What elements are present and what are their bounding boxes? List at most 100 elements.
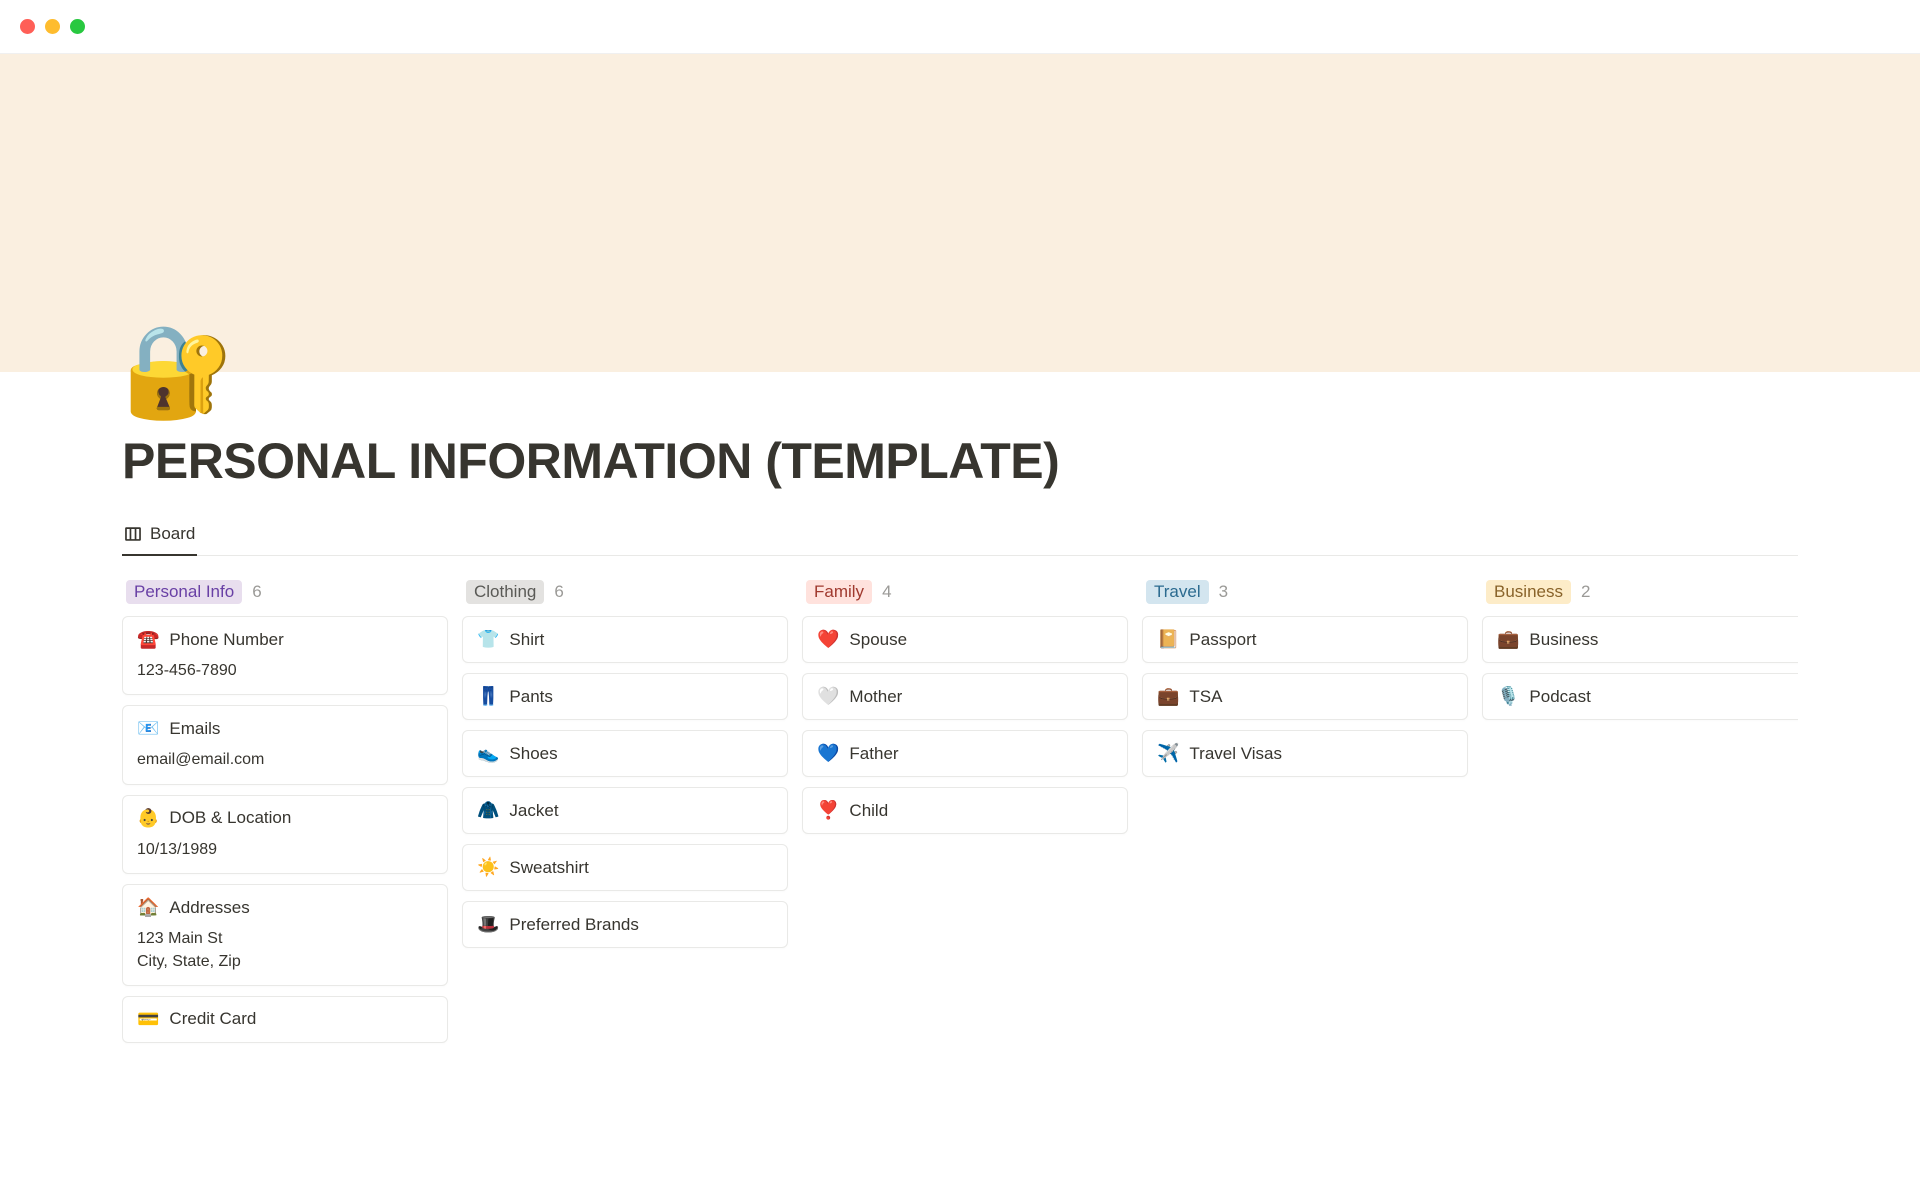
card-title-row: 👶DOB & Location bbox=[137, 808, 433, 829]
board-card[interactable]: 📧 Emails email@email.com bbox=[122, 705, 448, 784]
card-emoji-icon: 📔 bbox=[1157, 629, 1179, 650]
card-emoji-icon: 🎩 bbox=[477, 914, 499, 935]
cover-area[interactable]: 🔐 bbox=[0, 54, 1920, 372]
window-minimize-button[interactable] bbox=[45, 19, 60, 34]
card-emoji-icon: 🧥 bbox=[477, 800, 499, 821]
card-emoji-icon: 🤍 bbox=[817, 686, 839, 707]
page-title[interactable]: PERSONAL INFORMATION (TEMPLATE) bbox=[122, 432, 1798, 490]
card-title-row: ❤️Spouse bbox=[817, 629, 1113, 650]
board-card[interactable]: 💼TSA bbox=[1142, 673, 1468, 720]
card-title-text: Sweatshirt bbox=[509, 858, 588, 878]
card-emoji-icon: 💳 bbox=[137, 1009, 159, 1030]
card-title-text: Credit Card bbox=[169, 1009, 256, 1029]
column-count: 6 bbox=[554, 582, 563, 602]
board-card[interactable]: 🧥 Jacket bbox=[462, 787, 788, 834]
board-card[interactable]: ❤️Spouse bbox=[802, 616, 1128, 663]
column-header[interactable]: Family 4 bbox=[802, 580, 1128, 604]
column-tag: Travel bbox=[1146, 580, 1209, 604]
card-title-text: DOB & Location bbox=[169, 808, 291, 828]
card-title-row: 🎩 Preferred Brands bbox=[477, 914, 773, 935]
card-emoji-icon: ❣️ bbox=[817, 800, 839, 821]
tab-board-label: Board bbox=[150, 524, 195, 544]
board-card[interactable]: 🎩 Preferred Brands bbox=[462, 901, 788, 948]
card-title-text: Business bbox=[1529, 630, 1598, 650]
column-tag: Business bbox=[1486, 580, 1571, 604]
card-title-row: 💼TSA bbox=[1157, 686, 1453, 707]
card-emoji-icon: 📧 bbox=[137, 718, 159, 739]
column-count: 2 bbox=[1581, 582, 1590, 602]
card-title-text: Emails bbox=[169, 719, 220, 739]
column-count: 3 bbox=[1219, 582, 1228, 602]
board-card[interactable]: 🤍 Mother bbox=[802, 673, 1128, 720]
card-body: email@email.com bbox=[137, 749, 433, 771]
card-title-row: 👖 Pants bbox=[477, 686, 773, 707]
card-emoji-icon: 👖 bbox=[477, 686, 499, 707]
card-emoji-icon: 💼 bbox=[1497, 629, 1519, 650]
card-title-text: Podcast bbox=[1529, 687, 1590, 707]
board-card[interactable]: 📔 Passport bbox=[1142, 616, 1468, 663]
board-card[interactable]: ☎️Phone Number123-456-7890 bbox=[122, 616, 448, 695]
board-view: Personal Info6☎️Phone Number123-456-7890… bbox=[122, 556, 1798, 1053]
column-header[interactable]: Personal Info6 bbox=[122, 580, 448, 604]
card-title-row: 📔 Passport bbox=[1157, 629, 1453, 650]
board-card[interactable]: 👕 Shirt bbox=[462, 616, 788, 663]
card-title-text: TSA bbox=[1189, 687, 1222, 707]
card-title-text: Passport bbox=[1189, 630, 1256, 650]
card-title-text: Preferred Brands bbox=[509, 915, 638, 935]
column-count: 4 bbox=[882, 582, 891, 602]
column-header[interactable]: Clothing 6 bbox=[462, 580, 788, 604]
view-tabs: Board bbox=[122, 514, 1798, 556]
card-title-row: 🧥 Jacket bbox=[477, 800, 773, 821]
card-emoji-icon: 🏠 bbox=[137, 897, 159, 918]
board-card[interactable]: 👖 Pants bbox=[462, 673, 788, 720]
board-card[interactable]: 💳 Credit Card bbox=[122, 996, 448, 1043]
board-card[interactable]: 💙 Father bbox=[802, 730, 1128, 777]
board-card[interactable]: ❣️Child bbox=[802, 787, 1128, 834]
window-zoom-button[interactable] bbox=[70, 19, 85, 34]
tab-board[interactable]: Board bbox=[122, 514, 197, 556]
card-title-row: 🎙️ Podcast bbox=[1497, 686, 1793, 707]
titlebar bbox=[0, 0, 1920, 54]
board-card[interactable]: 🏠Addresses123 Main St City, State, Zip bbox=[122, 884, 448, 986]
column-header[interactable]: Business 2 bbox=[1482, 580, 1798, 604]
board-card[interactable]: ✈️ Travel Visas bbox=[1142, 730, 1468, 777]
board-card[interactable]: 💼 Business bbox=[1482, 616, 1798, 663]
board-column: Family 4 ❤️Spouse 🤍 Mother 💙 Father ❣️Child bbox=[802, 580, 1128, 1053]
column-tag: Family bbox=[806, 580, 872, 604]
board-card[interactable]: ☀️ Sweatshirt bbox=[462, 844, 788, 891]
card-title-row: 💼 Business bbox=[1497, 629, 1793, 650]
board-card[interactable]: 👟Shoes bbox=[462, 730, 788, 777]
card-title-text: Mother bbox=[849, 687, 902, 707]
card-title-text: Shoes bbox=[509, 744, 557, 764]
card-title-row: ❣️Child bbox=[817, 800, 1113, 821]
card-emoji-icon: ✈️ bbox=[1157, 743, 1179, 764]
card-emoji-icon: 🎙️ bbox=[1497, 686, 1519, 707]
card-emoji-icon: ☀️ bbox=[477, 857, 499, 878]
card-title-row: 🏠Addresses bbox=[137, 897, 433, 918]
card-title-text: Shirt bbox=[509, 630, 544, 650]
column-tag: Personal Info bbox=[126, 580, 242, 604]
card-title-row: 📧 Emails bbox=[137, 718, 433, 739]
board-column: Business 2 💼 Business 🎙️ Podcast bbox=[1482, 580, 1798, 1053]
board-card[interactable]: 👶DOB & Location10/13/1989 bbox=[122, 795, 448, 874]
column-tag: Clothing bbox=[466, 580, 544, 604]
board-card[interactable]: 🎙️ Podcast bbox=[1482, 673, 1798, 720]
card-title-text: Travel Visas bbox=[1189, 744, 1282, 764]
card-emoji-icon: ❤️ bbox=[817, 629, 839, 650]
board-column: Travel 3 📔 Passport 💼TSA ✈️ Travel Visas bbox=[1142, 580, 1468, 1053]
card-emoji-icon: 💙 bbox=[817, 743, 839, 764]
card-title-row: 💳 Credit Card bbox=[137, 1009, 433, 1030]
board-icon bbox=[124, 525, 142, 543]
card-title-text: Pants bbox=[509, 687, 552, 707]
board-column: Clothing 6 👕 Shirt 👖 Pants 👟Shoes 🧥 Jacket ☀️ Swea… bbox=[462, 580, 788, 1053]
card-title-text: Jacket bbox=[509, 801, 558, 821]
window-close-button[interactable] bbox=[20, 19, 35, 34]
card-title-row: 🤍 Mother bbox=[817, 686, 1113, 707]
card-body: 123-456-7890 bbox=[137, 660, 433, 682]
card-emoji-icon: ☎️ bbox=[137, 629, 159, 650]
page-icon[interactable]: 🔐 bbox=[122, 327, 234, 417]
card-title-text: Father bbox=[849, 744, 898, 764]
column-header[interactable]: Travel 3 bbox=[1142, 580, 1468, 604]
card-emoji-icon: 👕 bbox=[477, 629, 499, 650]
card-title-row: 💙 Father bbox=[817, 743, 1113, 764]
